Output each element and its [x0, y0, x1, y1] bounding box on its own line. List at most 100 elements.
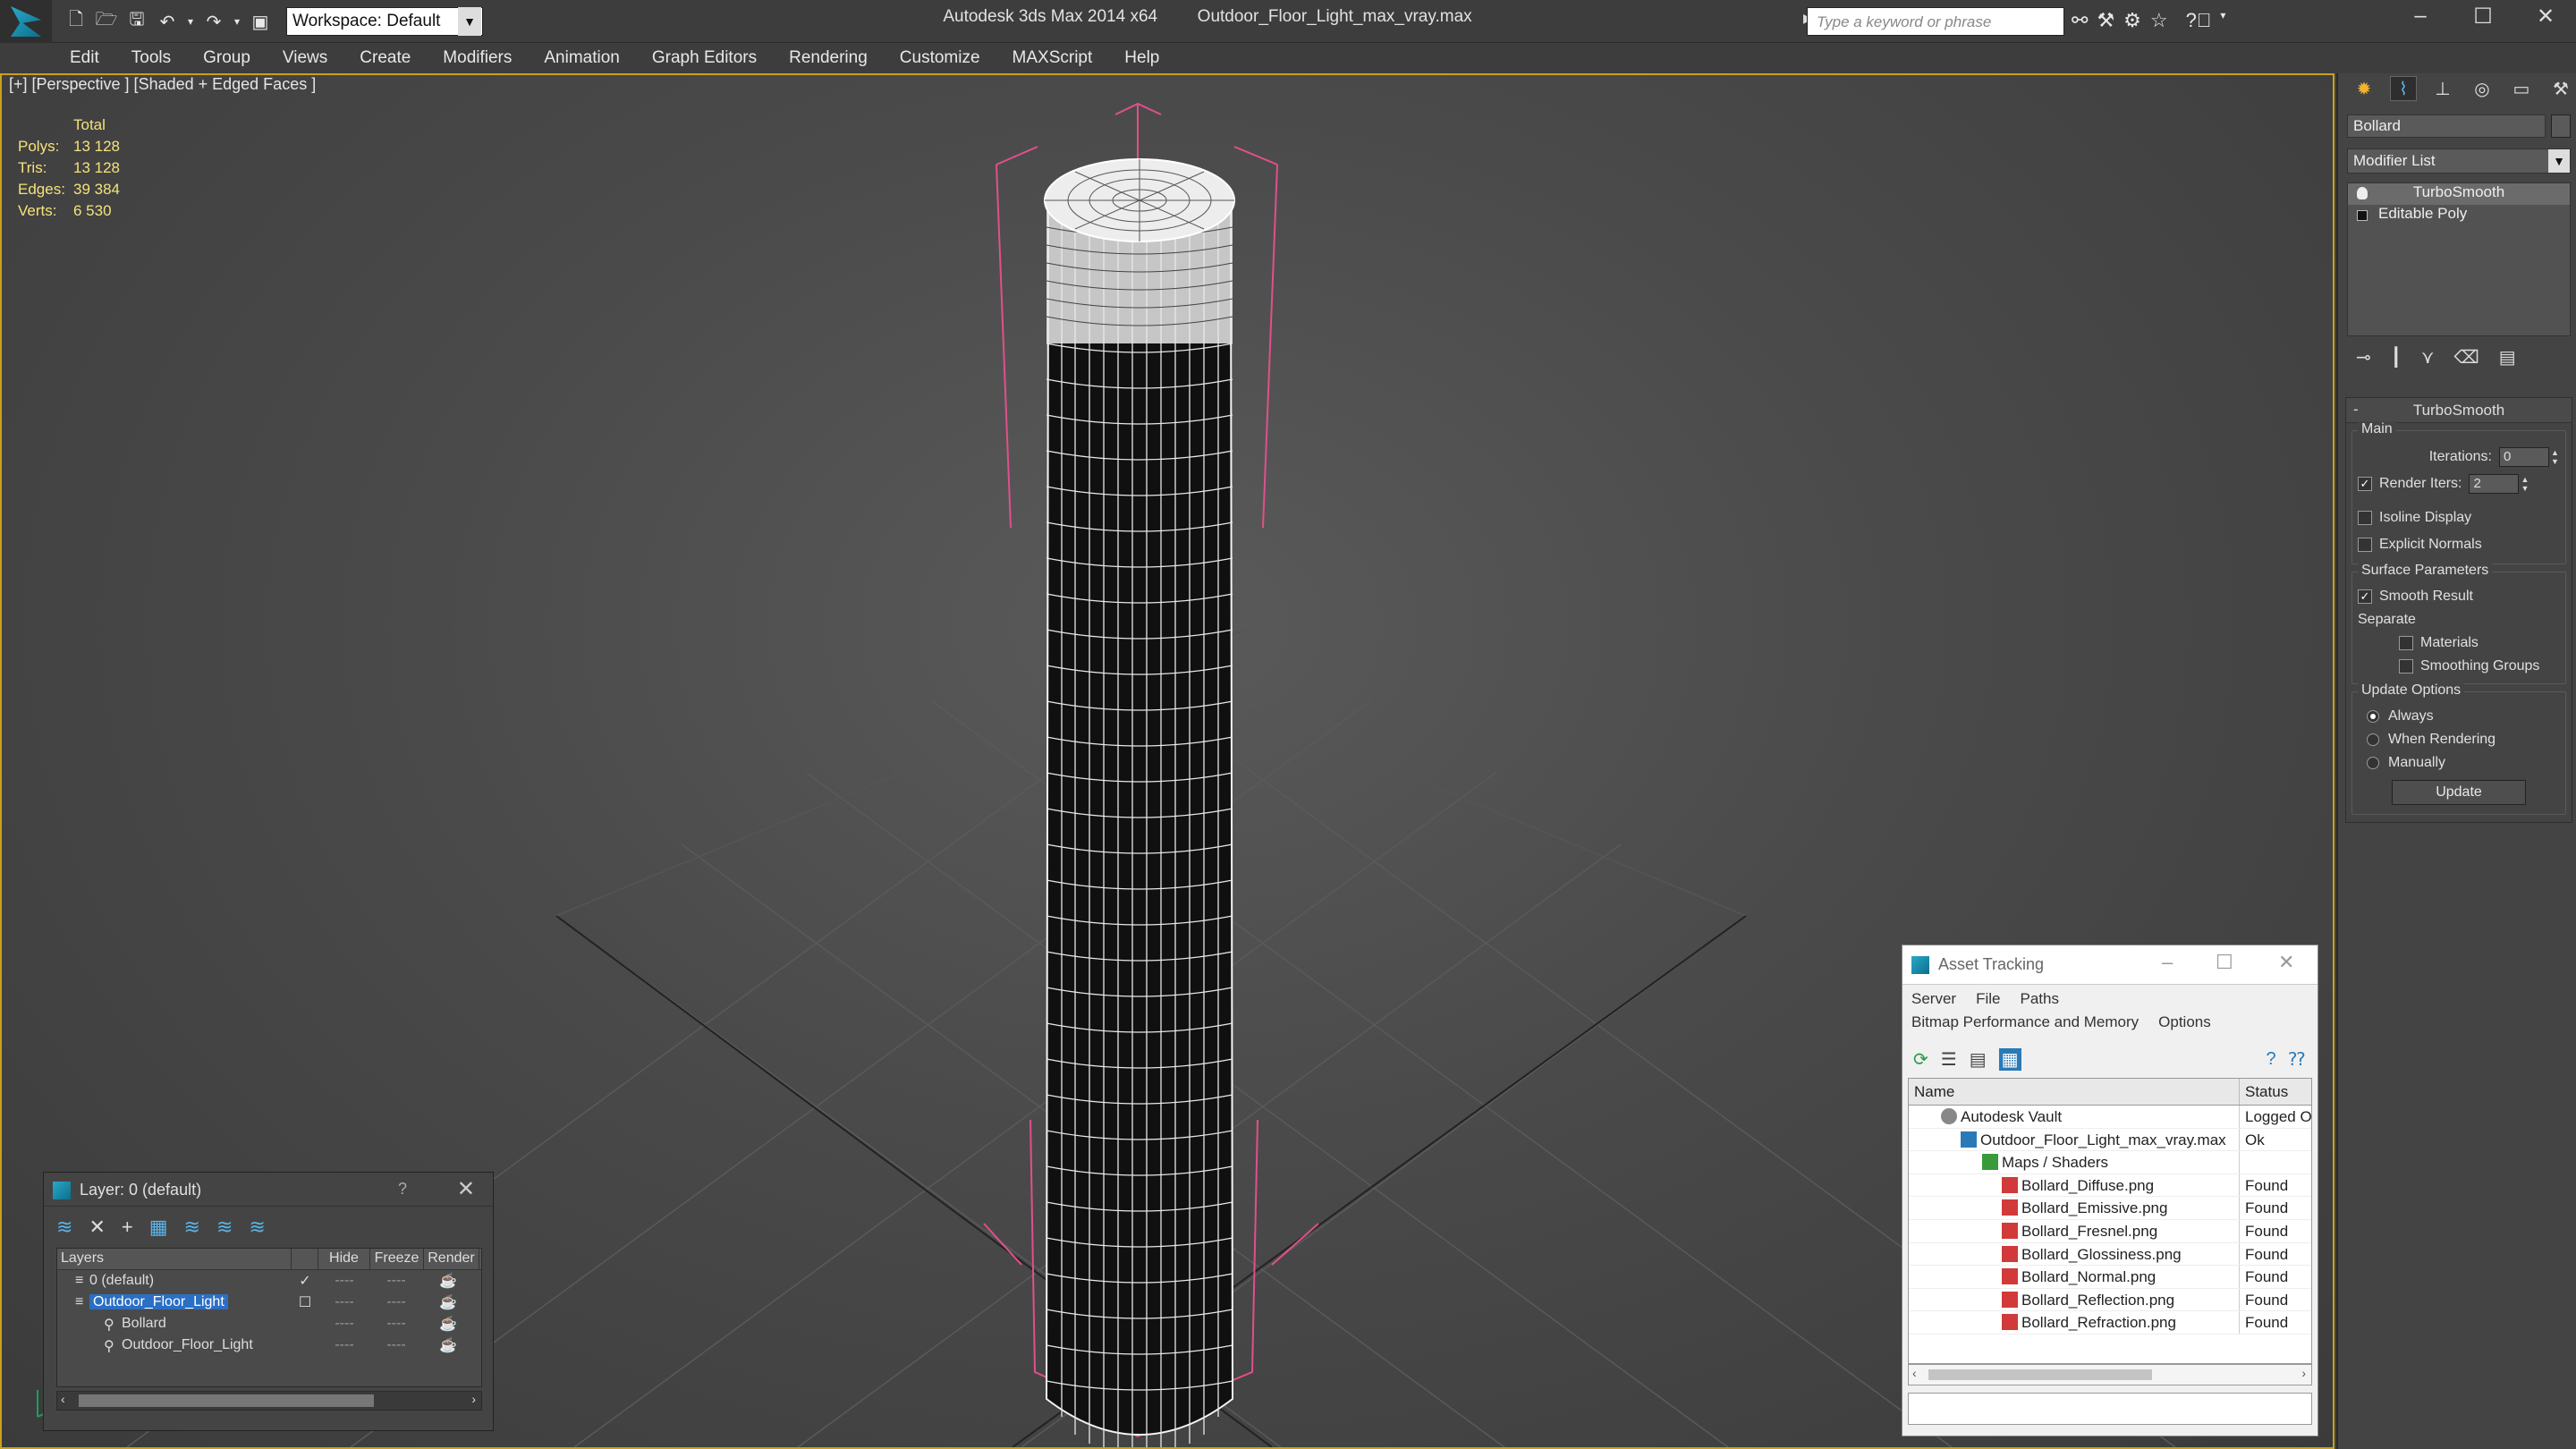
stack-item-turbosmooth[interactable]: TurboSmooth — [2348, 183, 2570, 205]
isoline-display-checkbox[interactable] — [2358, 511, 2372, 525]
asset-row[interactable]: Maps / Shaders — [1909, 1151, 2311, 1174]
scroll-left-icon[interactable]: ‹ — [61, 1392, 65, 1406]
minimize-icon[interactable]: – — [2162, 951, 2173, 974]
remove-modifier-icon[interactable]: ⌫ — [2453, 346, 2479, 369]
hide-toggle[interactable]: ---- — [318, 1273, 370, 1289]
asset-row[interactable]: Bollard_Reflection.png Found — [1909, 1288, 2311, 1312]
freeze-toggle[interactable]: ---- — [370, 1337, 422, 1353]
hierarchy-tab-icon[interactable]: ⊥ — [2429, 76, 2456, 101]
scroll-right-icon[interactable]: › — [471, 1392, 476, 1406]
scrollbar-thumb[interactable] — [79, 1394, 374, 1407]
context-help-icon[interactable]: ⁇ — [2289, 1048, 2305, 1071]
help-icon[interactable]: ? — [398, 1180, 407, 1199]
menu-paths[interactable]: Paths — [2020, 990, 2058, 1008]
asset-row[interactable]: Bollard_Glossiness.png Found — [1909, 1242, 2311, 1267]
new-layer-icon[interactable]: ≋ — [56, 1216, 72, 1239]
freeze-toggle[interactable]: ---- — [370, 1294, 422, 1310]
scroll-right-icon[interactable]: › — [2301, 1366, 2306, 1380]
when-rendering-radio[interactable] — [2367, 733, 2379, 746]
menu-edit[interactable]: Edit — [70, 48, 99, 68]
modify-tab-icon[interactable]: ⌇ — [2390, 76, 2417, 101]
close-icon[interactable]: ✕ — [2278, 951, 2294, 974]
explicit-normals-checkbox[interactable] — [2358, 538, 2372, 552]
asset-row[interactable]: Bollard_Normal.png Found — [1909, 1266, 2311, 1289]
undo-dropdown-icon[interactable]: ▾ — [184, 8, 197, 35]
menu-customize[interactable]: Customize — [900, 48, 980, 68]
workspace-select[interactable]: Workspace: Default ▾ — [286, 7, 483, 36]
menu-views[interactable]: Views — [283, 48, 327, 68]
table-view-icon[interactable]: ▦ — [1998, 1047, 2021, 1071]
maximize-icon[interactable]: ☐ — [2456, 4, 2510, 30]
pin-stack-icon[interactable]: ⊸ — [2356, 346, 2371, 369]
render-teapot-icon[interactable]: ☕ — [422, 1336, 474, 1354]
tree-view-icon[interactable]: ▤ — [1970, 1048, 1987, 1071]
update-button[interactable]: Update — [2392, 780, 2526, 805]
undo-icon[interactable]: ↶ — [154, 8, 181, 35]
dialog-title-bar[interactable]: Layer: 0 (default) ? ✕ — [44, 1173, 493, 1207]
new-file-icon[interactable]: 🗋 — [63, 8, 89, 35]
select-objects-icon[interactable]: ▦ — [149, 1216, 168, 1239]
add-to-layer-icon[interactable]: + — [122, 1216, 133, 1239]
menu-bitmap-performance[interactable]: Bitmap Performance and Memory — [1911, 1013, 2139, 1031]
favorites-star-icon[interactable]: ☆ — [2150, 9, 2168, 32]
scroll-left-icon[interactable]: ‹ — [1912, 1366, 1917, 1380]
menu-help[interactable]: Help — [1124, 48, 1159, 68]
menu-server[interactable]: Server — [1911, 990, 1956, 1008]
object-name-field[interactable]: Bollard — [2347, 114, 2546, 138]
col-name[interactable]: Name — [1909, 1079, 2240, 1105]
freeze-all-icon[interactable]: ≋ — [249, 1216, 265, 1239]
render-iters-spinner[interactable]: 2 — [2469, 474, 2520, 494]
iterations-spinner[interactable]: 0 — [2499, 447, 2549, 467]
layer-horizontal-scrollbar[interactable]: ‹ › — [56, 1391, 482, 1411]
show-end-result-icon[interactable]: ┃ — [2391, 346, 2402, 369]
search-input[interactable]: Type a keyword or phrase — [1807, 7, 2064, 36]
dialog-title-bar[interactable]: Asset Tracking – ☐ ✕ — [1902, 945, 2318, 985]
close-icon[interactable]: ✕ — [2519, 4, 2572, 30]
menu-maxscript[interactable]: MAXScript — [1013, 48, 1093, 68]
utilities-tab-icon[interactable]: ⚒ — [2547, 76, 2574, 101]
highlight-layer-icon[interactable]: ≋ — [184, 1216, 200, 1239]
layer-row[interactable]: ≡ Outdoor_Floor_Light ☐ ---- ---- ☕ — [57, 1292, 481, 1313]
help-icon[interactable]: ? — [2266, 1049, 2275, 1070]
hide-all-icon[interactable]: ≋ — [216, 1216, 233, 1239]
layer-row[interactable]: ≡ 0 (default) ✓ ---- ---- ☕ — [57, 1270, 481, 1292]
freeze-toggle[interactable]: ---- — [370, 1316, 422, 1332]
project-folder-icon[interactable]: ▣ — [247, 8, 274, 35]
menu-tools[interactable]: Tools — [131, 48, 171, 68]
make-unique-icon[interactable]: ⋎ — [2421, 346, 2435, 369]
smooth-result-checkbox[interactable]: ✓ — [2358, 589, 2372, 604]
layer-row[interactable]: ⚲ Bollard ---- ---- ☕ — [57, 1313, 481, 1335]
col-freeze[interactable]: Freeze — [370, 1249, 424, 1269]
current-layer-check[interactable]: ☐ — [292, 1293, 318, 1311]
stack-item-editable-poly[interactable]: Editable Poly — [2348, 205, 2570, 226]
object-color-swatch[interactable] — [2551, 114, 2571, 138]
col-render[interactable]: Render — [424, 1249, 479, 1269]
configure-sets-icon[interactable]: ▤ — [2499, 346, 2516, 369]
minimize-icon[interactable]: – — [2394, 4, 2447, 29]
help-icon[interactable]: ?⃝ — [2186, 9, 2212, 32]
spinner-arrows-icon[interactable]: ▲ ▼ — [2521, 475, 2529, 493]
spinner-arrows-icon[interactable]: ▲ ▼ — [2551, 448, 2560, 466]
asset-row[interactable]: Bollard_Fresnel.png Found — [1909, 1219, 2311, 1243]
menu-options[interactable]: Options — [2158, 1013, 2211, 1031]
open-file-icon[interactable]: 🗁 — [93, 8, 120, 35]
maximize-icon[interactable]: ☐ — [2216, 951, 2233, 974]
always-radio[interactable] — [2367, 710, 2379, 723]
help-dropdown-icon[interactable]: ▾ — [2220, 9, 2225, 32]
rollout-header[interactable]: - TurboSmooth — [2346, 398, 2572, 423]
save-file-icon[interactable]: 🖫 — [123, 8, 150, 35]
redo-dropdown-icon[interactable]: ▾ — [231, 8, 243, 35]
asset-row[interactable]: Bollard_Refraction.png Found — [1909, 1311, 2311, 1335]
render-teapot-icon[interactable]: ☕ — [422, 1293, 474, 1311]
smoothing-groups-checkbox[interactable] — [2399, 659, 2413, 674]
app-logo-button[interactable] — [0, 0, 52, 43]
workspace-dropdown-button[interactable]: ▼ — [458, 7, 481, 36]
subscription-icon[interactable]: ⚙ — [2123, 9, 2141, 32]
motion-tab-icon[interactable]: ◎ — [2469, 76, 2496, 101]
menu-animation[interactable]: Animation — [544, 48, 620, 68]
delete-layer-icon[interactable]: ✕ — [89, 1216, 105, 1239]
menu-file[interactable]: File — [1976, 990, 2000, 1008]
current-layer-check[interactable]: ✓ — [292, 1272, 318, 1290]
expand-box-icon[interactable] — [2357, 210, 2368, 221]
display-tab-icon[interactable]: ▭ — [2508, 76, 2535, 101]
